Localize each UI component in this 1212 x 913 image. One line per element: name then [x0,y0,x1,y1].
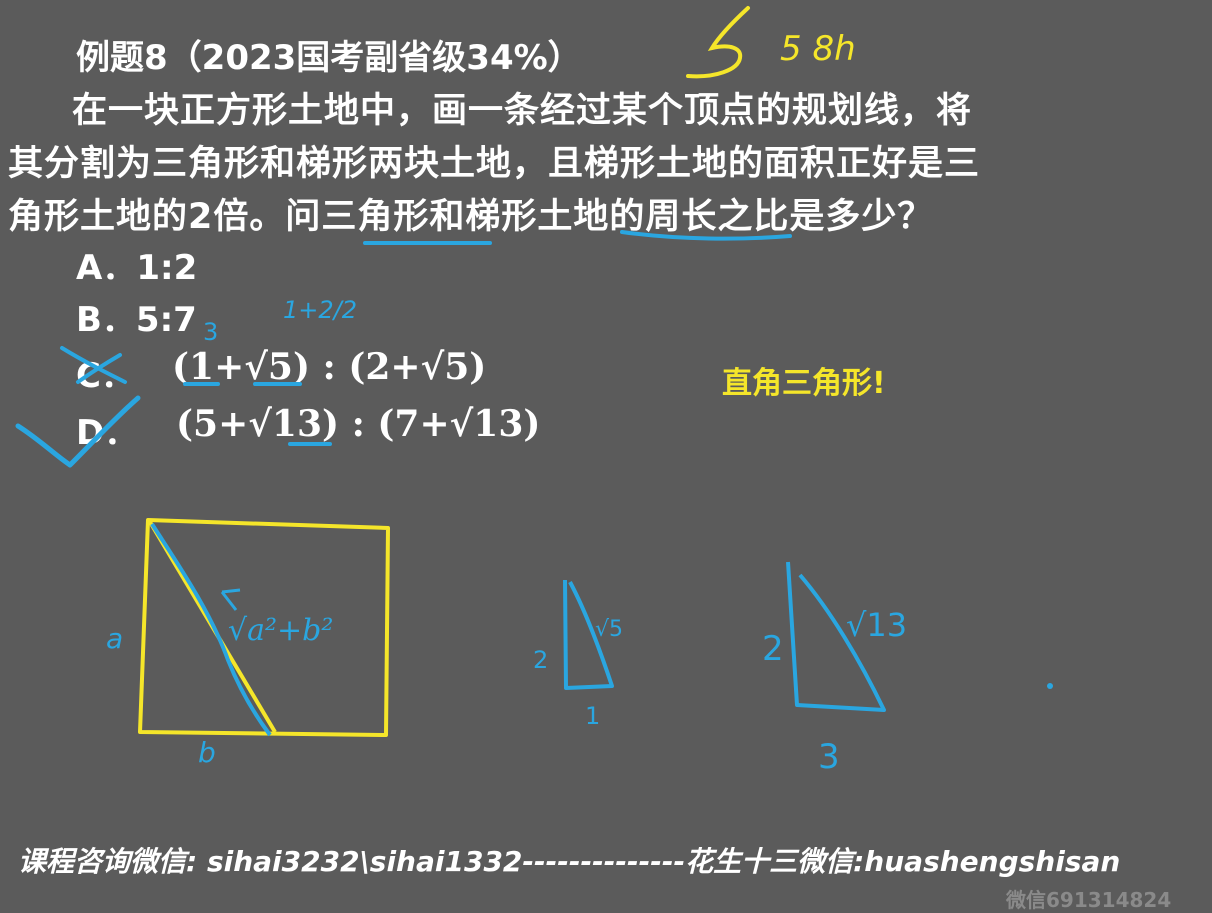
watermark: 微信691314824 [1006,888,1172,912]
diagonal-label: √a²+b² [228,613,333,648]
tri1-hyp-label: √5 [595,617,623,642]
tri1-side-label: 2 [533,646,548,674]
tri2-hyp-label: √13 [846,606,907,644]
tri2-base-label: 3 [818,737,840,777]
side-a-label: a [106,622,123,655]
b-fraction-mark: 1+2/2 [283,296,357,324]
footer-contact: 课程咨询微信: sihai3232\sihai1332-------------… [18,845,1121,878]
top-handwriting-text: 5 8h [780,29,856,69]
handwriting-layer: 5 8h 1+2/2 3 √a²+b² a b 2 1 √5 2 3 √13 [15,6,1053,777]
tri2-side-label: 2 [762,629,784,669]
tri1-base-label: 1 [585,702,600,730]
side-b-label: b [198,736,216,769]
c-handwritten-3: 3 [203,318,218,346]
